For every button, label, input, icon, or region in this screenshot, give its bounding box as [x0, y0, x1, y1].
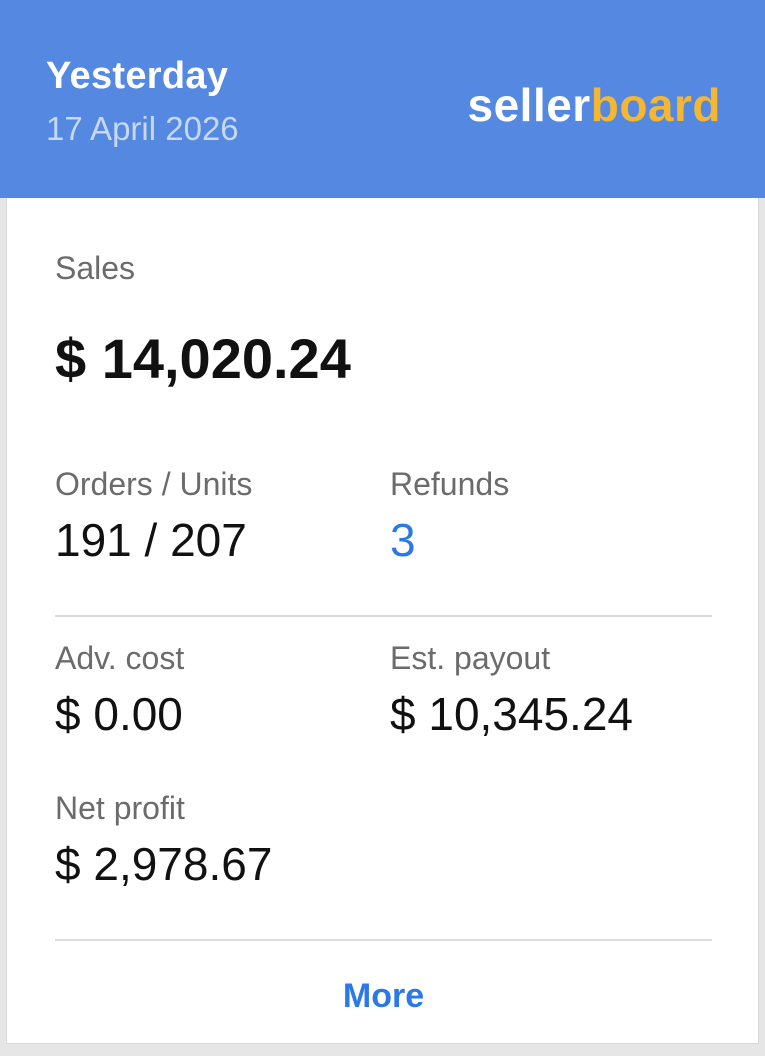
summary-card: Sales $ 14,020.24 Orders / Units 191 / 2… — [6, 198, 759, 1044]
logo-part-seller: seller — [467, 79, 591, 131]
net-profit-label: Net profit — [55, 790, 185, 826]
sales-value: $ 14,020.24 — [55, 327, 351, 390]
period-date: 17 April 2026 — [46, 110, 239, 147]
refunds-label: Refunds — [390, 466, 510, 502]
adv-cost-label: Adv. cost — [55, 640, 185, 676]
footer-divider — [55, 939, 712, 941]
sellerboard-logo: sellerboard — [468, 76, 722, 134]
est-payout-label: Est. payout — [390, 640, 551, 676]
orders-units-label: Orders / Units — [55, 466, 253, 502]
section-divider — [55, 615, 712, 617]
logo-part-board: board — [590, 79, 721, 131]
net-profit-value: $ 2,978.67 — [55, 838, 273, 890]
est-payout-value: $ 10,345.24 — [390, 688, 634, 740]
adv-cost-value: $ 0.00 — [55, 688, 183, 740]
orders-units-value: 191 / 207 — [55, 514, 247, 566]
refunds-value-link[interactable]: 3 — [390, 512, 416, 568]
summary-header: Yesterday 17 April 2026 sellerboard — [0, 0, 765, 198]
more-button[interactable]: More — [7, 968, 760, 1024]
period-title: Yesterday — [46, 55, 229, 97]
sales-label: Sales — [55, 250, 136, 286]
